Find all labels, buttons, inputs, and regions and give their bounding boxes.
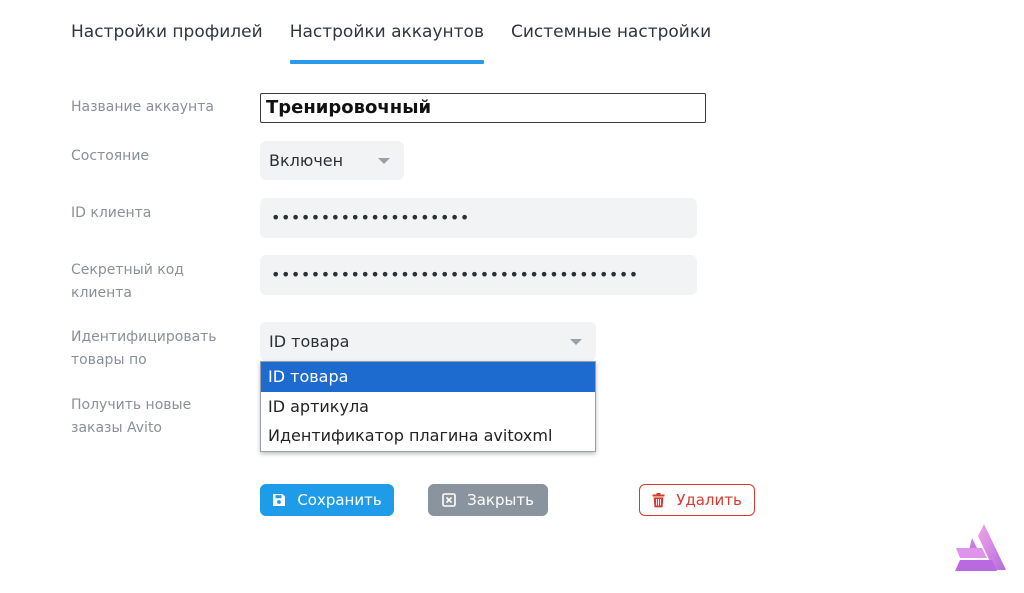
- identify-by-select-value: ID товара: [269, 332, 350, 351]
- save-button-label: Сохранить: [297, 491, 382, 509]
- tab-system-settings[interactable]: Системные настройки: [511, 0, 711, 64]
- identify-by-label: Идентифицировать товары по: [71, 329, 217, 368]
- close-button-label: Закрыть: [467, 491, 534, 509]
- chevron-down-icon: [378, 157, 390, 164]
- account-name-input[interactable]: Тренировочный: [260, 93, 706, 123]
- client-id-label: ID клиента: [71, 205, 152, 221]
- get-orders-label: Получить новые заказы Avito: [71, 397, 192, 436]
- state-select[interactable]: Включен: [260, 141, 404, 180]
- chevron-down-icon: [570, 338, 582, 345]
- delete-button[interactable]: Удалить: [639, 484, 755, 516]
- delete-button-label: Удалить: [676, 491, 742, 509]
- close-square-icon: [442, 493, 456, 507]
- tab-account-settings[interactable]: Настройки аккаунтов: [289, 0, 485, 64]
- state-select-value: Включен: [269, 151, 344, 170]
- client-id-input[interactable]: ••••••••••••••••••••: [260, 198, 697, 238]
- client-secret-label: Секретный код клиента: [71, 262, 184, 301]
- identify-by-select[interactable]: ID товара: [260, 322, 596, 361]
- trash-icon: [652, 492, 665, 508]
- app-logo-icon: [954, 524, 1006, 572]
- close-button[interactable]: Закрыть: [428, 484, 548, 516]
- dropdown-option[interactable]: Идентификатор плагина avitoxml: [261, 421, 595, 451]
- dropdown-option[interactable]: ID артикула: [261, 392, 595, 422]
- dropdown-option[interactable]: ID товара: [261, 362, 595, 392]
- client-secret-input[interactable]: •••••••••••••••••••••••••••••••••••••: [260, 255, 697, 295]
- floppy-disk-icon: [272, 493, 286, 507]
- settings-tabs: Настройки профилей Настройки аккаунтов С…: [71, 0, 738, 64]
- tab-profile-settings[interactable]: Настройки профилей: [71, 0, 263, 64]
- identify-by-dropdown: ID товара ID артикула Идентификатор плаг…: [260, 361, 596, 452]
- account-name-label: Название аккаунта: [71, 99, 214, 115]
- state-label: Состояние: [71, 148, 150, 164]
- save-button[interactable]: Сохранить: [260, 484, 394, 516]
